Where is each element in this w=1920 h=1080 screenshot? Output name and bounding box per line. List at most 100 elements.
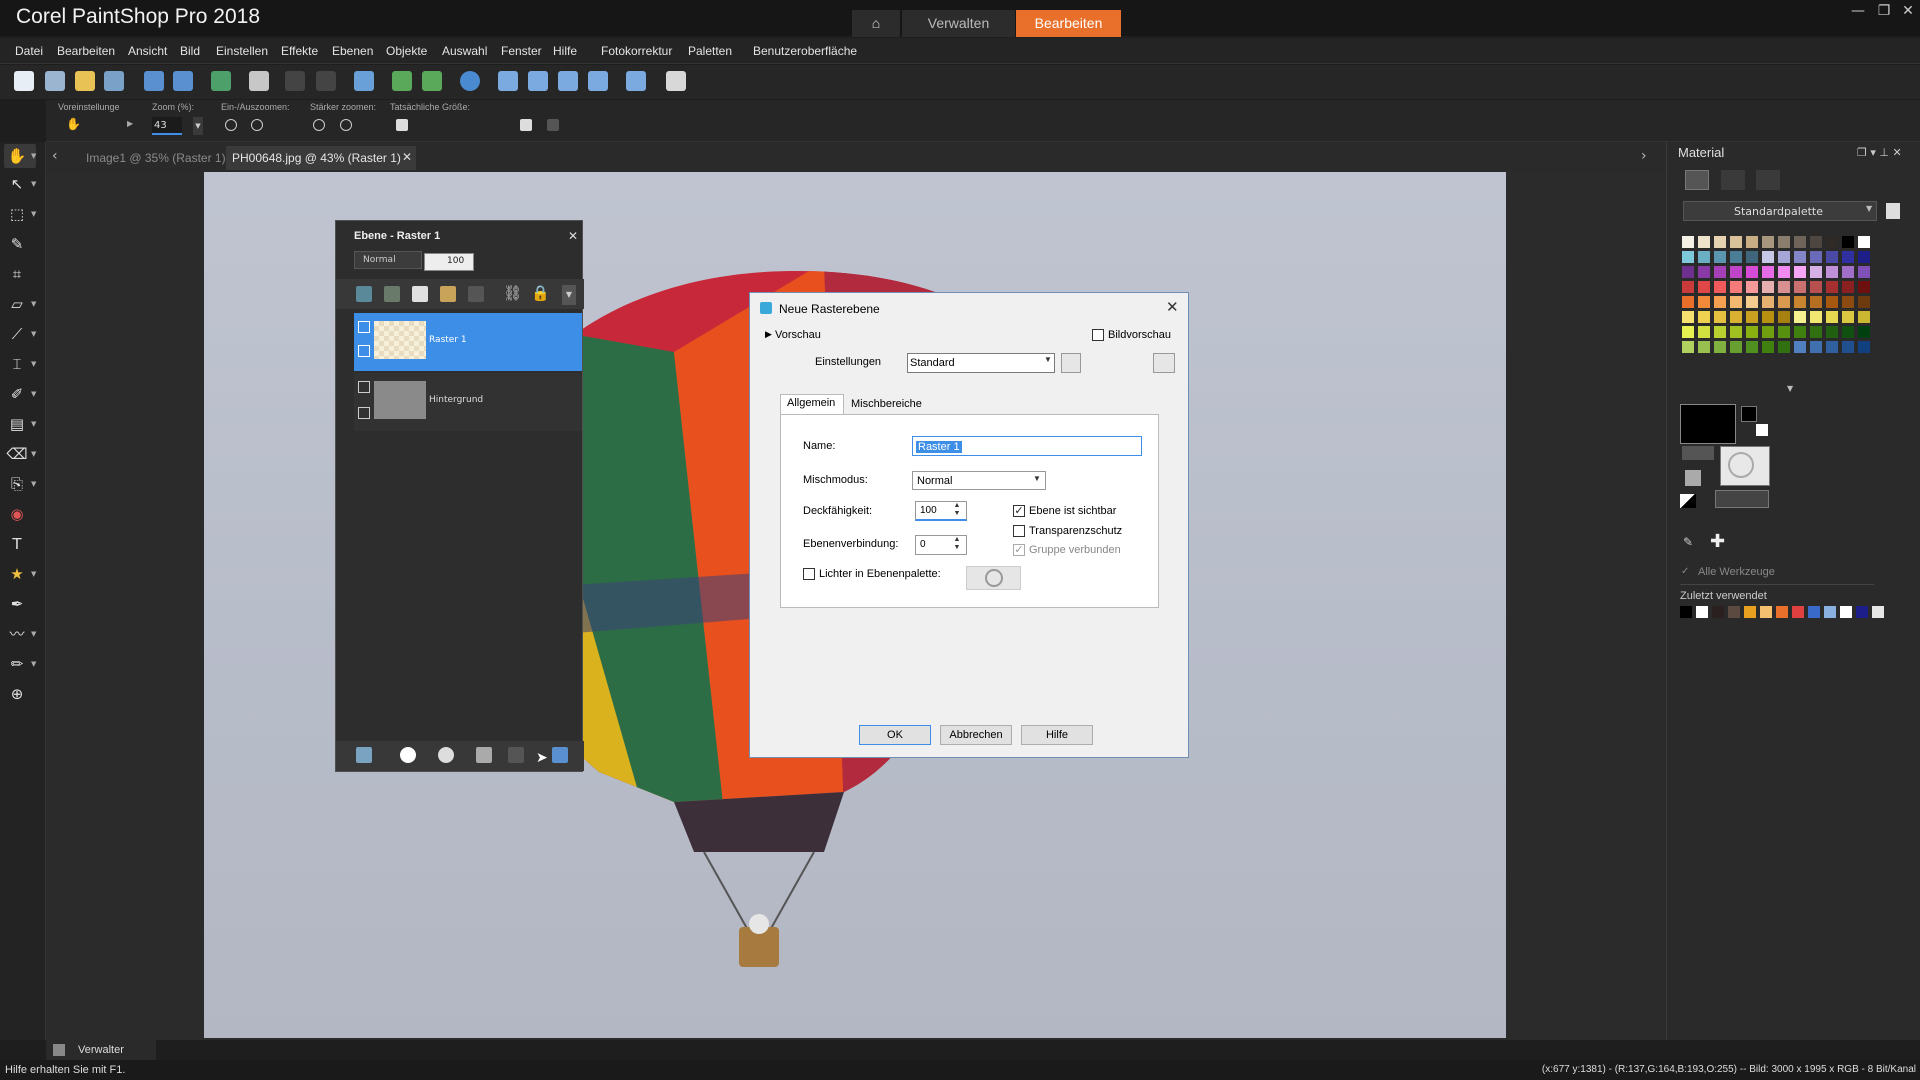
- color-swatch[interactable]: [1730, 341, 1742, 353]
- group-linked-checkbox[interactable]: ✓: [1013, 544, 1025, 556]
- color-swatch[interactable]: [1858, 311, 1870, 323]
- adjustment-icon[interactable]: [400, 747, 416, 763]
- color-swatch[interactable]: [1714, 296, 1726, 308]
- adjust-layer-icon[interactable]: [440, 286, 456, 302]
- menu-file[interactable]: Datei: [15, 44, 43, 58]
- color-swatch[interactable]: [1682, 341, 1694, 353]
- color-swatch[interactable]: [1810, 296, 1822, 308]
- color-swatch[interactable]: [1794, 341, 1806, 353]
- blend-mode-select[interactable]: Normal: [912, 471, 1046, 490]
- color-swatch[interactable]: [1794, 251, 1806, 263]
- material-style-buttons[interactable]: [1715, 490, 1769, 508]
- rainbow-tab-icon[interactable]: [1721, 170, 1745, 190]
- recent-swatch[interactable]: [1872, 606, 1884, 618]
- color-swatch[interactable]: [1778, 266, 1790, 278]
- minimize-button[interactable]: —: [1846, 2, 1870, 20]
- paint-brush-tool-icon[interactable]: ✐: [6, 383, 28, 405]
- color-swatch[interactable]: [1810, 251, 1822, 263]
- color-swatch[interactable]: [1826, 341, 1838, 353]
- preset-shape-tool-icon[interactable]: ★: [6, 563, 28, 585]
- color-swatch[interactable]: [1714, 281, 1726, 293]
- add-layer-icon[interactable]: [356, 747, 372, 763]
- color-swatch[interactable]: [1762, 236, 1774, 248]
- mini-foreground-swatch[interactable]: [1741, 406, 1757, 422]
- color-swatch[interactable]: [1842, 296, 1854, 308]
- add-tool-icon[interactable]: ⊕: [6, 683, 28, 705]
- menu-edit[interactable]: Bearbeiten: [57, 44, 115, 58]
- menu-view[interactable]: Ansicht: [128, 44, 167, 58]
- layer-name[interactable]: Hintergrund: [429, 395, 483, 405]
- crop-tool-icon[interactable]: ⌗: [6, 263, 28, 285]
- color-swatch[interactable]: [1842, 281, 1854, 293]
- recent-swatch[interactable]: [1840, 606, 1852, 618]
- ok-button[interactable]: OK: [859, 725, 931, 745]
- menu-adjust[interactable]: Einstellen: [216, 44, 268, 58]
- color-swatch[interactable]: [1698, 341, 1710, 353]
- recent-swatch[interactable]: [1776, 606, 1788, 618]
- image-preview-checkbox[interactable]: [1092, 329, 1104, 341]
- menu-help[interactable]: Hilfe: [553, 44, 577, 58]
- color-swatch[interactable]: [1858, 266, 1870, 278]
- color-swatch[interactable]: [1714, 311, 1726, 323]
- color-swatch[interactable]: [1826, 311, 1838, 323]
- opacity-spinner-icon[interactable]: ▲ ▼: [949, 502, 965, 518]
- layer-visibility-icon[interactable]: [358, 321, 370, 333]
- color-swatch[interactable]: [1746, 251, 1758, 263]
- tool-flyout-arrow-icon[interactable]: ▼: [31, 480, 36, 488]
- recent-swatch[interactable]: [1856, 606, 1868, 618]
- color-swatch[interactable]: [1746, 281, 1758, 293]
- palette-select[interactable]: Standardpalette: [1683, 201, 1877, 221]
- color-swatch[interactable]: [1762, 266, 1774, 278]
- color-swatch[interactable]: [1794, 236, 1806, 248]
- color-swatch[interactable]: [1810, 266, 1822, 278]
- redo-icon[interactable]: [422, 71, 442, 91]
- menu-window[interactable]: Fenster: [501, 44, 542, 58]
- color-swatch[interactable]: [1778, 281, 1790, 293]
- cancel-button[interactable]: Abbrechen: [940, 725, 1012, 745]
- color-swatch[interactable]: [1778, 296, 1790, 308]
- color-swatch[interactable]: [1842, 251, 1854, 263]
- color-swatch[interactable]: [1778, 326, 1790, 338]
- dropper-tool-icon[interactable]: ✎: [6, 233, 28, 255]
- color-swatch[interactable]: [1858, 236, 1870, 248]
- actual-size-icon[interactable]: [396, 119, 408, 131]
- color-swatch[interactable]: [1810, 311, 1822, 323]
- tool-flyout-arrow-icon[interactable]: ▼: [31, 390, 36, 398]
- color-swatch[interactable]: [1730, 266, 1742, 278]
- group-icon[interactable]: [468, 286, 484, 302]
- color-swatch[interactable]: [1794, 326, 1806, 338]
- lock-transparency-checkbox[interactable]: [1013, 525, 1025, 537]
- blend-mode-dropdown-icon[interactable]: ▼: [1033, 474, 1041, 483]
- reset-colors-icon[interactable]: [1680, 494, 1696, 508]
- open-folder-icon[interactable]: [75, 71, 95, 91]
- color-swatch[interactable]: [1842, 326, 1854, 338]
- preset-arrow-icon[interactable]: ▶: [127, 119, 133, 128]
- recent-swatch[interactable]: [1728, 606, 1740, 618]
- grid-icon[interactable]: [45, 71, 65, 91]
- measure-tool-icon[interactable]: ⟋: [6, 323, 28, 345]
- color-swatch[interactable]: [1698, 251, 1710, 263]
- color-swatch[interactable]: [1698, 236, 1710, 248]
- color-swatch[interactable]: [1714, 326, 1726, 338]
- text-cursor-tool-icon[interactable]: ⌶: [6, 353, 28, 375]
- color-swatch[interactable]: [1810, 236, 1822, 248]
- color-swatch[interactable]: [1794, 311, 1806, 323]
- red-eye-tool-icon[interactable]: ◉: [6, 503, 28, 525]
- manager-tab-label[interactable]: Verwalter: [78, 1044, 124, 1056]
- tool-flyout-arrow-icon[interactable]: ▼: [31, 630, 36, 638]
- zoom-100-icon[interactable]: [626, 71, 646, 91]
- color-swatch[interactable]: [1714, 251, 1726, 263]
- undo-icon[interactable]: [392, 71, 412, 91]
- zoom-minus-icon[interactable]: [225, 119, 237, 131]
- tab-edit[interactable]: Bearbeiten: [1016, 10, 1121, 37]
- share-icon[interactable]: [211, 71, 231, 91]
- menu-effects[interactable]: Effekte: [281, 44, 318, 58]
- recent-swatch[interactable]: [1760, 606, 1772, 618]
- color-swatch[interactable]: [1794, 281, 1806, 293]
- tool-flyout-arrow-icon[interactable]: ▼: [31, 450, 36, 458]
- color-swatch[interactable]: [1698, 296, 1710, 308]
- fit-window-icon[interactable]: [498, 71, 518, 91]
- menu-selection[interactable]: Auswahl: [442, 44, 487, 58]
- color-swatch[interactable]: [1682, 251, 1694, 263]
- new-vector-icon[interactable]: [384, 286, 400, 302]
